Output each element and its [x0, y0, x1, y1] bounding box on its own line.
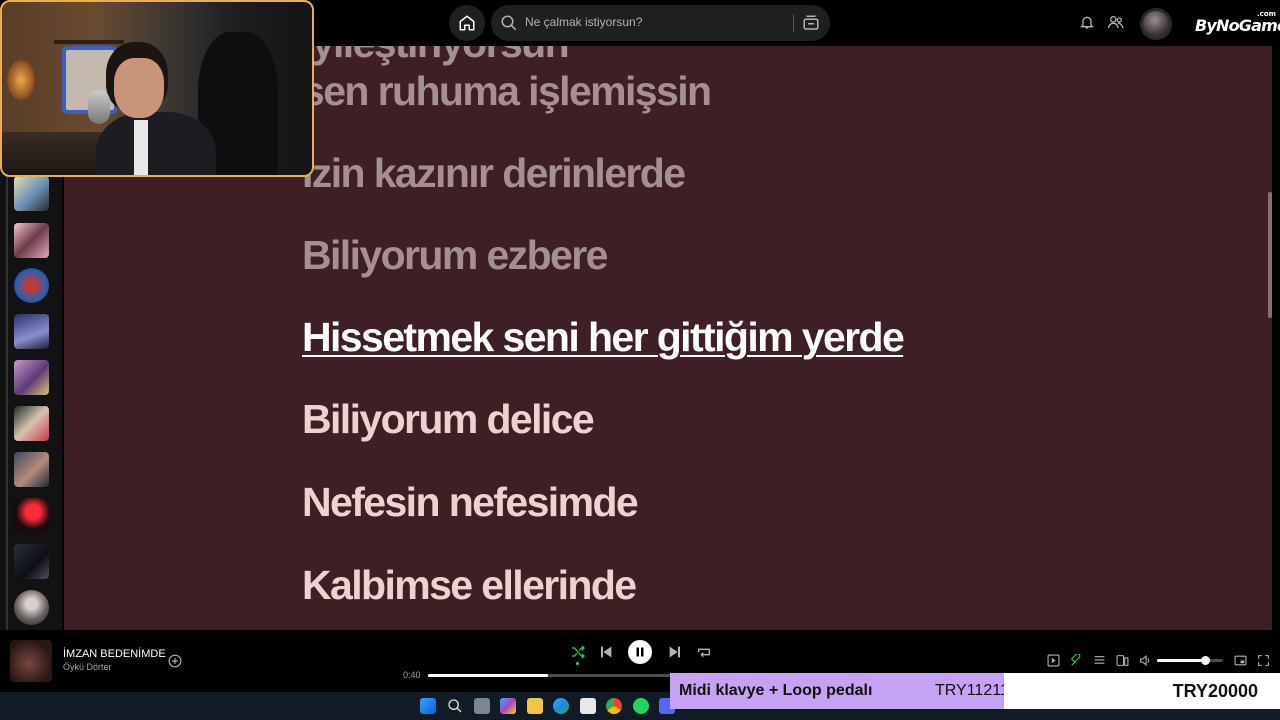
lyric-line[interactable]: sen ruhuma işlemişsin	[302, 68, 712, 115]
pause-button[interactable]	[628, 640, 652, 664]
taskbar-search-icon[interactable]	[447, 698, 463, 714]
queue-icon[interactable]	[1093, 654, 1106, 667]
donation-goal-amount: TRY20000	[1172, 681, 1258, 701]
edge-icon[interactable]	[553, 698, 569, 714]
bell-icon[interactable]	[1079, 14, 1095, 30]
library-playlist-cover[interactable]	[14, 360, 49, 395]
home-icon	[459, 15, 475, 31]
file-explorer-icon[interactable]	[527, 698, 543, 714]
pause-icon	[636, 647, 644, 657]
webcam-lamp	[7, 60, 35, 100]
miniplayer-icon[interactable]	[1234, 654, 1247, 667]
library-playlist-cover[interactable]	[14, 176, 49, 211]
donation-goal-widget: Midi klavye + Loop pedalı TRY11211 TRY20…	[670, 673, 1280, 709]
browse-icon[interactable]	[802, 14, 820, 32]
donation-current-amount: TRY11211	[935, 682, 1009, 699]
home-button[interactable]	[449, 5, 485, 41]
lyrics-scrollbar[interactable]	[1268, 192, 1272, 318]
volume-icon[interactable]	[1139, 654, 1152, 667]
webcam-streamer-face	[114, 58, 164, 118]
lyrics-icon[interactable]	[1070, 654, 1083, 667]
library-artist-cover[interactable]	[14, 590, 49, 625]
library-playlist-cover[interactable]	[14, 406, 49, 441]
add-to-library-icon[interactable]	[168, 654, 182, 668]
library-playlist-cover[interactable]	[14, 314, 49, 349]
search-input[interactable]: Ne çalmak istiyorsun?	[525, 15, 642, 29]
lyric-line-current[interactable]: Hissetmek seni her gittiğim yerde	[302, 314, 905, 361]
lyric-line[interactable]: İzin kazınır derinlerde	[302, 150, 686, 197]
fullscreen-icon[interactable]	[1257, 654, 1270, 667]
shuffle-active-dot	[576, 662, 579, 665]
sidebar-scrollbar[interactable]	[6, 146, 8, 636]
now-playing-cover[interactable]	[10, 640, 52, 682]
now-playing-title[interactable]: İMZAN BEDENİMDE	[63, 648, 166, 660]
volume-slider[interactable]	[1157, 656, 1223, 665]
donation-remaining-segment: TRY20000	[1004, 673, 1280, 709]
donation-goal-item: Midi klavye + Loop pedalı	[679, 682, 873, 699]
shuffle-icon[interactable]	[570, 644, 586, 660]
connect-device-icon[interactable]	[1116, 654, 1129, 667]
watermark-brand: ByNoGame	[1195, 16, 1280, 35]
spotify-taskbar-icon[interactable]	[633, 698, 649, 714]
volume-knob[interactable]	[1200, 656, 1210, 665]
elapsed-time: 0:40	[403, 670, 421, 680]
library-playlist-cover[interactable]	[14, 452, 49, 487]
webcam-microphone	[88, 90, 110, 124]
library-artist-cover[interactable]	[14, 268, 49, 303]
search-icon	[501, 15, 517, 31]
next-icon[interactable]	[667, 644, 683, 660]
playback-progress-bar[interactable]	[428, 674, 678, 677]
lyric-line[interactable]: iyileştiriyorsun	[302, 46, 570, 67]
previous-icon[interactable]	[598, 644, 614, 660]
store-icon[interactable]	[580, 698, 596, 714]
lyric-line[interactable]: Kalbimse ellerinde	[302, 562, 637, 609]
user-avatar[interactable]	[1140, 8, 1172, 40]
search-divider	[793, 14, 794, 32]
search-bar[interactable]: Ne çalmak istiyorsun?	[491, 5, 830, 41]
now-playing-view-icon[interactable]	[1047, 654, 1060, 667]
repeat-icon[interactable]	[696, 644, 712, 660]
friends-icon[interactable]	[1108, 14, 1124, 30]
watermark-suffix: .com	[1257, 10, 1276, 18]
webcam-overlay	[0, 0, 314, 177]
now-playing-artist[interactable]: Öykü Dörter	[63, 662, 112, 672]
watermark-logo: ByNoGame .com	[1195, 10, 1280, 35]
windows-start-icon[interactable]	[420, 698, 436, 714]
lyric-line[interactable]: Biliyorum delice	[302, 396, 595, 443]
volume-fill	[1157, 659, 1205, 662]
copilot-icon[interactable]	[500, 698, 516, 714]
webcam-streamer-shirt	[134, 120, 148, 175]
library-playlist-cover[interactable]	[14, 223, 49, 258]
lyric-line[interactable]: Nefesin nefesimde	[302, 479, 639, 526]
lyric-line[interactable]: Biliyorum ezbere	[302, 232, 608, 279]
playback-progress-fill	[428, 674, 548, 677]
webcam-streamer	[96, 42, 226, 175]
library-playlist-cover[interactable]	[14, 498, 49, 533]
chrome-icon[interactable]	[606, 698, 622, 714]
library-playlist-cover[interactable]	[14, 544, 49, 579]
donation-progress-segment: Midi klavye + Loop pedalı TRY11211	[670, 673, 1009, 709]
webcam-streamer-body	[96, 112, 216, 175]
task-view-icon[interactable]	[474, 698, 490, 714]
